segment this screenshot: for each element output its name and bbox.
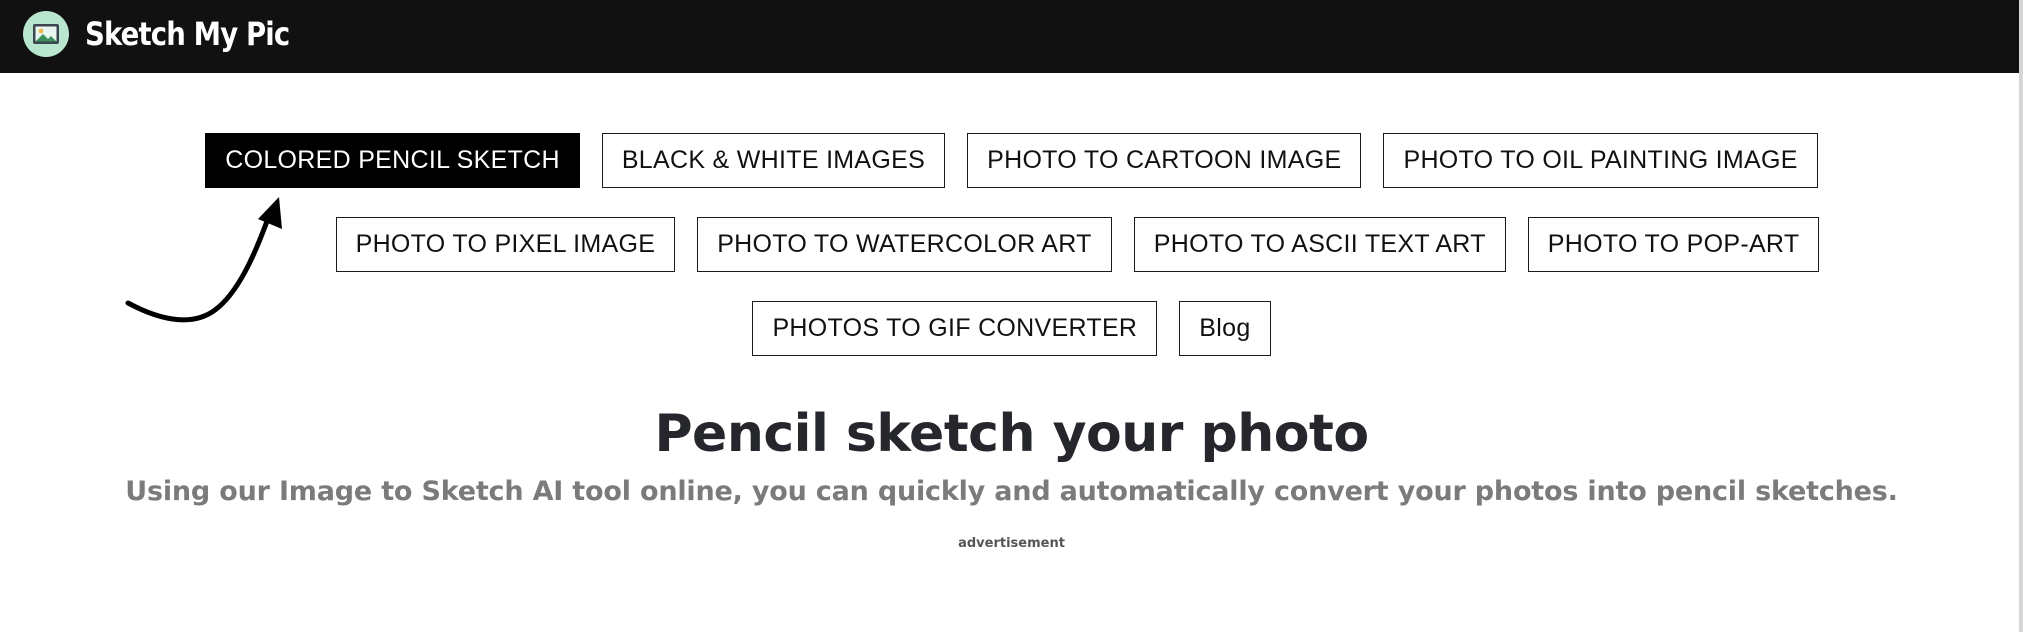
nav-black-white-images[interactable]: BLACK & WHITE IMAGES xyxy=(601,133,946,188)
nav-label: PHOTOS TO GIF CONVERTER xyxy=(772,314,1138,342)
nav-label: Blog xyxy=(1199,314,1251,342)
nav-label: PHOTO TO POP-ART xyxy=(1547,230,1800,258)
nav-label: PHOTO TO PIXEL IMAGE xyxy=(355,230,656,258)
landscape-picture-icon xyxy=(23,11,69,57)
nav-photo-to-ascii[interactable]: PHOTO TO ASCII TEXT ART xyxy=(1133,217,1506,272)
nav-colored-pencil-sketch[interactable]: COLORED PENCIL SKETCH xyxy=(205,133,580,188)
nav-label: PHOTO TO OIL PAINTING IMAGE xyxy=(1403,146,1798,174)
nav-row-3: PHOTOS TO GIF CONVERTER Blog xyxy=(0,301,2023,356)
nav-photo-to-pop-art[interactable]: PHOTO TO POP-ART xyxy=(1527,217,1820,272)
page-title: Pencil sketch your photo xyxy=(654,404,1369,464)
nav-label: COLORED PENCIL SKETCH xyxy=(225,146,560,174)
page-subtitle: Using our Image to Sketch AI tool online… xyxy=(125,476,1898,507)
site-name: Sketch My Pic xyxy=(85,15,290,53)
advertisement-label: advertisement xyxy=(958,536,1065,551)
nav-row-1: COLORED PENCIL SKETCH BLACK & WHITE IMAG… xyxy=(0,133,2023,188)
nav-row-2: PHOTO TO PIXEL IMAGE PHOTO TO WATERCOLOR… xyxy=(66,217,2023,272)
curved-arrow-icon xyxy=(125,197,282,323)
nav-photo-to-cartoon[interactable]: PHOTO TO CARTOON IMAGE xyxy=(967,133,1362,188)
site-header: Sketch My Pic xyxy=(0,0,2023,73)
nav-photo-to-oil-painting[interactable]: PHOTO TO OIL PAINTING IMAGE xyxy=(1383,133,1818,188)
nav-photo-to-watercolor[interactable]: PHOTO TO WATERCOLOR ART xyxy=(697,217,1112,272)
nav-label: BLACK & WHITE IMAGES xyxy=(621,146,926,174)
nav-photos-to-gif[interactable]: PHOTOS TO GIF CONVERTER xyxy=(752,301,1158,356)
page: Sketch My Pic COLORED PENCIL SKETCH BLAC… xyxy=(0,0,2023,632)
nav-blog[interactable]: Blog xyxy=(1179,301,1271,356)
nav-label: PHOTO TO ASCII TEXT ART xyxy=(1153,230,1486,258)
nav-photo-to-pixel[interactable]: PHOTO TO PIXEL IMAGE xyxy=(335,217,676,272)
home-logo-link[interactable]: Sketch My Pic xyxy=(23,10,323,58)
nav-label: PHOTO TO WATERCOLOR ART xyxy=(717,230,1092,258)
nav-label: PHOTO TO CARTOON IMAGE xyxy=(987,146,1342,174)
